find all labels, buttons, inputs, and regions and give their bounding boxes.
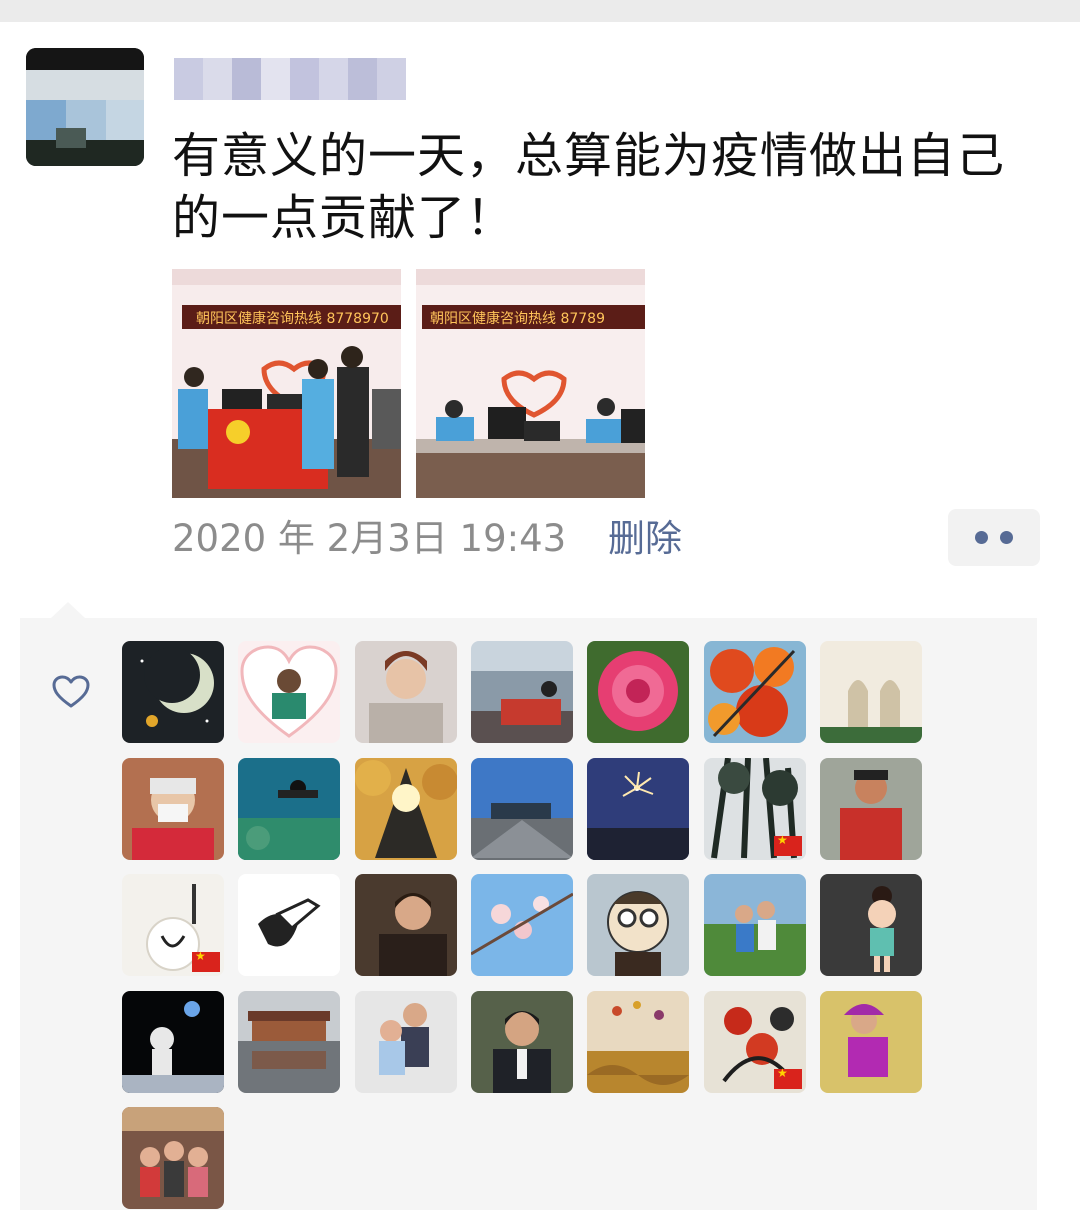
ink-flower-flag-avatar[interactable] (704, 991, 806, 1093)
couple-avatar[interactable] (355, 991, 457, 1093)
post-text: 有意义的一天，总算能为疫情做出自己的一点贡献了！ (172, 128, 1006, 246)
china-flag-icon (192, 949, 220, 972)
kids-park-avatar[interactable] (704, 874, 806, 976)
status-bar-strip (0, 0, 1080, 22)
mosque-avatar[interactable] (820, 641, 922, 743)
delete-link[interactable]: 删除 (608, 512, 682, 566)
seaside-avatar[interactable] (471, 641, 573, 743)
masked-man-avatar[interactable] (122, 758, 224, 860)
calligraphy-flag-avatar[interactable] (122, 874, 224, 976)
sparkler-avatar[interactable] (587, 758, 689, 860)
poster-name-blurred[interactable] (174, 58, 406, 100)
red-leaves-avatar[interactable] (704, 641, 806, 743)
post-photo-2[interactable]: 朝阳区健康咨询热线 87789 (416, 269, 645, 498)
family-avatar[interactable] (122, 1107, 224, 1209)
man-portrait-avatar[interactable] (355, 874, 457, 976)
forest-flag-avatar[interactable] (704, 758, 806, 860)
poster-avatar[interactable] (26, 48, 144, 166)
moon-avatar[interactable] (122, 641, 224, 743)
cherry-blossom-avatar[interactable] (471, 874, 573, 976)
woman-fur-avatar[interactable] (355, 641, 457, 743)
woman-purple-avatar[interactable] (820, 991, 922, 1093)
china-flag-icon (774, 833, 802, 856)
heart-frame-avatar[interactable] (238, 641, 340, 743)
girl-cartoon-avatar[interactable] (820, 874, 922, 976)
hiker-avatar[interactable] (820, 758, 922, 860)
diver-avatar[interactable] (238, 758, 340, 860)
photo-banner-text: 朝阳区健康咨询热线 8778970 (196, 310, 389, 327)
cartoon-hero-avatar[interactable] (238, 874, 340, 976)
suit-man-avatar[interactable] (471, 991, 573, 1093)
photo-banner-text: 朝阳区健康咨询热线 87789 (430, 310, 605, 327)
china-flag-icon (774, 1066, 802, 1089)
more-dots-icon[interactable] (948, 509, 1040, 566)
pavilion-avatar[interactable] (238, 991, 340, 1093)
dot (1000, 531, 1013, 544)
likes-caret (50, 602, 86, 619)
heart-outline-icon (52, 675, 90, 708)
balloons-avatar[interactable] (587, 991, 689, 1093)
cartoon-kid-avatar[interactable] (587, 874, 689, 976)
pink-flower-avatar[interactable] (587, 641, 689, 743)
street-avatar[interactable] (471, 758, 573, 860)
post-photo-1[interactable]: 朝阳区健康咨询热线 8778970 (172, 269, 401, 498)
astronaut-avatar[interactable] (122, 991, 224, 1093)
autumn-trees-avatar[interactable] (355, 758, 457, 860)
dot (975, 531, 988, 544)
post-timestamp: 2020 年 2月3日 19:43 (172, 517, 567, 560)
